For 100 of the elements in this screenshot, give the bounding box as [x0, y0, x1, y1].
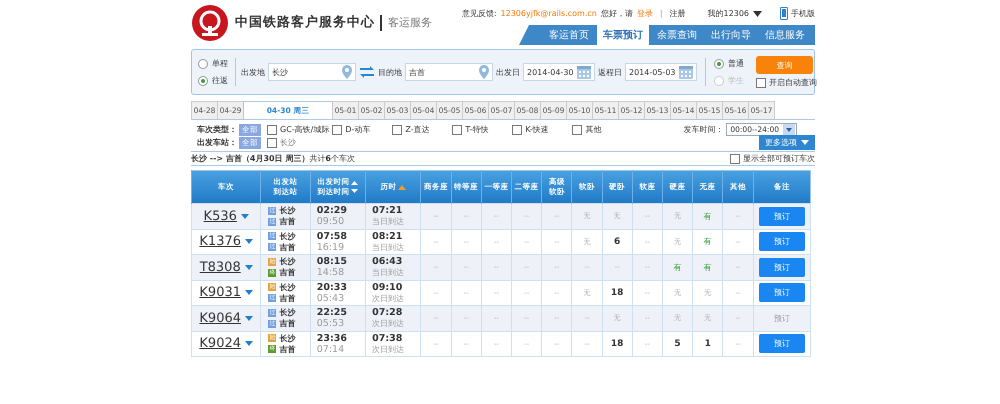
seat-availability: 18: [610, 338, 624, 349]
separator-text: |: [660, 9, 663, 18]
checkbox[interactable]: [392, 124, 402, 134]
checkbox[interactable]: [452, 124, 462, 134]
station-name: 吉首: [279, 216, 296, 228]
station-name: 长沙: [279, 307, 296, 318]
train-type-label: D-动车: [345, 124, 370, 135]
departure-time: 23:36: [316, 332, 348, 344]
arrival-day: 当日到达: [372, 242, 420, 253]
book-button[interactable]: 预订: [758, 258, 805, 277]
nav-tab[interactable]: 信息服务: [759, 25, 811, 45]
station-name: 长沙: [279, 256, 296, 268]
radio-button[interactable]: [714, 58, 724, 68]
location-pin-icon: [342, 65, 352, 79]
arrival-day: 次日到达: [372, 344, 420, 355]
passenger-type-label: 学生: [728, 75, 744, 86]
seat-availability: 5: [674, 338, 681, 349]
filter-label: 车次类型：: [196, 124, 237, 135]
arrival-time: 14:58: [316, 267, 346, 278]
book-button[interactable]: 预订: [758, 334, 805, 354]
swap-icon: [360, 66, 374, 78]
feedback-label: 意见反馈:: [462, 8, 497, 19]
radio-button[interactable]: [198, 58, 208, 68]
station-name: 长沙: [279, 282, 296, 293]
arrival-time: 07:14: [316, 344, 346, 355]
result-summary: 长沙 --> 吉首（4月30日 周三）共计6个车次: [191, 153, 355, 164]
station-name: 长沙: [279, 230, 296, 242]
duration: 08:21: [372, 230, 404, 242]
caret-icon: [801, 140, 809, 145]
seat-availability: 1: [704, 338, 711, 349]
input-field[interactable]: 2014-05-03: [625, 63, 697, 81]
expand-caret-icon: [240, 214, 249, 219]
passenger-type-label: 普通: [728, 58, 744, 69]
book-button[interactable]: 预订: [758, 232, 805, 252]
expand-caret-icon: [245, 316, 254, 321]
arrival-time: 05:53: [316, 318, 346, 330]
station-name: 吉首: [279, 344, 296, 355]
query-button[interactable]: 查询: [756, 56, 813, 74]
departure-time: 22:25: [316, 307, 348, 318]
train-type-label: Z-直达: [405, 124, 430, 135]
checkbox[interactable]: [332, 124, 342, 134]
station-name: 吉首: [279, 267, 296, 278]
arrival-time: 05:43: [316, 292, 346, 304]
checkbox[interactable]: [730, 154, 740, 164]
train-type-label: T-特快: [465, 124, 488, 135]
seat-availability: 有: [704, 262, 712, 272]
caret-icon: [753, 10, 762, 16]
nav-tab[interactable]: 客运首页: [543, 25, 595, 45]
auto-query-label: 开启自动查询: [769, 77, 817, 88]
seat-availability: 18: [610, 288, 624, 298]
train-type-label: K-快速: [525, 124, 549, 135]
trip-type-label: 单程: [212, 58, 228, 69]
station-name: 吉首: [279, 318, 296, 330]
field-label: 出发地: [241, 66, 265, 78]
station-label: 长沙: [280, 137, 296, 148]
checkbox[interactable]: [267, 124, 277, 134]
station-name: 吉首: [279, 242, 296, 253]
input-field[interactable]: 2014-04-30: [523, 63, 595, 81]
filter-label: 出发车站：: [196, 137, 237, 148]
seat-availability: 有: [704, 237, 712, 246]
railway-logo-icon: [191, 4, 229, 42]
register-link[interactable]: 注册: [670, 8, 686, 19]
field-label: 返程日: [598, 66, 622, 78]
duration: 09:10: [372, 282, 404, 293]
nav-tab[interactable]: 余票查询: [651, 25, 703, 45]
login-link[interactable]: 登录: [636, 8, 653, 19]
duration: 07:38: [372, 332, 404, 344]
station-name: 长沙: [279, 332, 296, 344]
nav-tab[interactable]: 出行向导: [705, 25, 757, 45]
nav-tab[interactable]: 车票预订: [597, 25, 649, 45]
more-options-button[interactable]: 更多选项: [759, 135, 815, 150]
arrival-time: 09:50: [316, 216, 346, 228]
radio-button[interactable]: [198, 76, 208, 86]
book-button[interactable]: 预订: [758, 283, 805, 302]
book-button[interactable]: 预订: [758, 206, 805, 226]
checkbox[interactable]: [267, 138, 277, 148]
my-account-link[interactable]: 我的12306: [708, 8, 762, 19]
departure-time: 20:33: [316, 282, 348, 293]
station-name: 长沙: [279, 205, 296, 216]
station-name: 吉首: [279, 292, 296, 304]
checkbox[interactable]: [756, 78, 766, 88]
phone-icon: [780, 7, 788, 20]
expand-caret-icon: [245, 341, 254, 346]
field-label: 出发日: [496, 66, 520, 78]
trip-type-label: 往返: [212, 75, 228, 86]
site-title: 中国铁路客户服务中心: [235, 14, 382, 30]
site-subtitle: 客运服务: [388, 15, 432, 30]
checkbox[interactable]: [572, 124, 582, 134]
input-field[interactable]: 长沙: [268, 63, 356, 81]
input-field[interactable]: 吉首: [405, 63, 493, 81]
departure-time: 07:58: [316, 230, 348, 242]
mobile-link[interactable]: 手机版: [780, 7, 815, 20]
feedback-email-link[interactable]: 12306yjfk@rails.com.cn: [500, 9, 597, 18]
seat-availability: 有: [674, 262, 682, 272]
checkbox[interactable]: [512, 124, 522, 134]
departure-time-label: 发车时间：: [683, 124, 724, 135]
greeting-text: 您好，请: [600, 8, 633, 19]
duration: 06:43: [372, 256, 404, 268]
calendar-icon: [679, 65, 693, 79]
arrival-day: 次日到达: [372, 292, 420, 304]
